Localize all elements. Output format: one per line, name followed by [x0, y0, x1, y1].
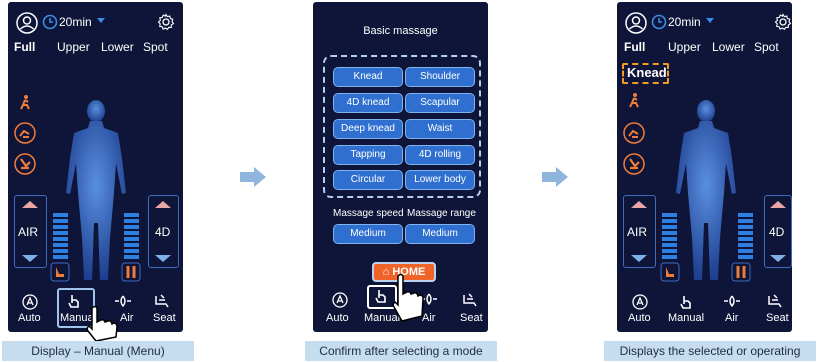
pointing-hand-icon: [392, 273, 424, 322]
mode-scapular-button[interactable]: Scapular: [405, 93, 475, 113]
tab-full[interactable]: Full: [14, 40, 35, 54]
seat-icon[interactable]: [152, 293, 172, 309]
tab-spot[interactable]: Spot: [143, 40, 168, 54]
fourd-up-button[interactable]: [155, 201, 171, 208]
gear-icon[interactable]: [774, 13, 792, 31]
body-figure-icon: [676, 100, 736, 280]
seat-icon[interactable]: [460, 292, 480, 308]
calves-icon[interactable]: [121, 262, 141, 282]
bottom-auto-label[interactable]: Auto: [18, 312, 41, 324]
mode-waist-button[interactable]: Waist: [405, 119, 475, 139]
time-display[interactable]: 20min: [59, 15, 92, 29]
fourd-label: 4D: [155, 225, 171, 239]
position-reclined-icon[interactable]: [623, 122, 645, 144]
selected-mode-label: Knead: [627, 65, 667, 80]
bottom-auto-label[interactable]: Auto: [628, 312, 651, 324]
air-down-button[interactable]: [22, 255, 38, 262]
seat-icon[interactable]: [765, 293, 785, 309]
massage-speed-button[interactable]: Medium: [333, 224, 403, 244]
bottom-auto-label[interactable]: Auto: [326, 312, 349, 324]
auto-icon[interactable]: [22, 294, 38, 310]
caption-1: Display – Manual (Menu): [2, 341, 194, 361]
bottom-seat-label[interactable]: Seat: [766, 312, 789, 324]
mode-tapping-button[interactable]: Tapping: [333, 145, 403, 165]
right-arrow-icon: [542, 167, 568, 187]
tab-upper[interactable]: Upper: [57, 40, 90, 54]
air-label: AIR: [627, 225, 648, 239]
position-reclined-icon[interactable]: [14, 122, 36, 144]
mode-circular-button[interactable]: Circular: [333, 170, 403, 190]
tab-lower[interactable]: Lower: [101, 40, 134, 54]
clock-icon: [651, 14, 667, 30]
bottom-manual-label[interactable]: Manual: [668, 312, 704, 324]
mode-4d-knead-button[interactable]: 4D knead: [333, 93, 403, 113]
recline-person-icon[interactable]: [17, 94, 33, 110]
mode-4d-rolling-button[interactable]: 4D rolling: [405, 145, 475, 165]
tab-lower[interactable]: Lower: [712, 40, 745, 54]
auto-icon[interactable]: [632, 294, 648, 310]
user-icon[interactable]: [16, 12, 38, 34]
fourd-down-button[interactable]: [770, 255, 786, 262]
bottom-seat-label[interactable]: Seat: [460, 312, 483, 324]
tab-full[interactable]: Full: [624, 40, 645, 54]
massage-range-label: Massage range: [407, 208, 476, 219]
mode-knead-button[interactable]: Knead: [333, 67, 403, 87]
body-figure-icon: [66, 100, 126, 280]
auto-icon[interactable]: [332, 292, 348, 308]
bottom-seat-label[interactable]: Seat: [153, 312, 176, 324]
bottom-air-label[interactable]: Air: [120, 312, 133, 324]
massage-speed-label: Massage speed: [333, 208, 404, 219]
fourd-down-button[interactable]: [155, 255, 171, 262]
feet-icon[interactable]: [50, 262, 70, 282]
feet-icon[interactable]: [660, 262, 680, 282]
clock-icon: [42, 14, 58, 30]
chevron-down-icon[interactable]: [706, 18, 714, 23]
fourd-label: 4D: [769, 225, 785, 239]
air-down-button[interactable]: [631, 255, 647, 262]
pointing-hand-icon: [86, 305, 118, 342]
bottom-air-label[interactable]: Air: [725, 312, 738, 324]
massage-range-button[interactable]: Medium: [405, 224, 475, 244]
air-up-button[interactable]: [22, 201, 38, 208]
air-up-button[interactable]: [631, 201, 647, 208]
gear-icon[interactable]: [157, 13, 175, 31]
legrest-icon[interactable]: [14, 153, 36, 175]
time-display[interactable]: 20min: [668, 15, 701, 29]
mode-lower-body-button[interactable]: Lower body: [405, 170, 475, 190]
recline-person-icon[interactable]: [626, 92, 642, 108]
mode-deep-knead-button[interactable]: Deep knead: [333, 119, 403, 139]
tab-upper[interactable]: Upper: [668, 40, 701, 54]
tab-spot[interactable]: Spot: [754, 40, 779, 54]
air-label: AIR: [18, 225, 39, 239]
fourd-up-button[interactable]: [770, 201, 786, 208]
air-icon[interactable]: [723, 294, 741, 308]
caption-3: Displays the selected or operating mode: [604, 341, 816, 361]
right-arrow-icon: [240, 167, 266, 187]
hand-icon[interactable]: [678, 294, 694, 310]
mode-shoulder-button[interactable]: Shoulder: [405, 67, 475, 87]
caption-2: Confirm after selecting a mode: [305, 341, 497, 361]
chevron-down-icon[interactable]: [97, 18, 105, 23]
calves-icon[interactable]: [731, 262, 751, 282]
legrest-icon[interactable]: [623, 153, 645, 175]
basic-massage-title: Basic massage: [363, 25, 438, 37]
user-icon[interactable]: [625, 12, 647, 34]
